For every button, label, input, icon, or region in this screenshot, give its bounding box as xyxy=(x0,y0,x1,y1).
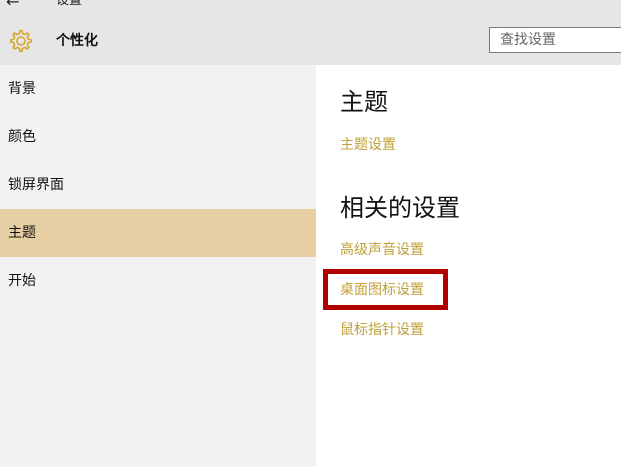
title-bar: ← 设置 xyxy=(0,0,621,16)
sidebar-item-lock-screen[interactable]: 锁屏界面 xyxy=(0,161,316,209)
back-button[interactable]: ← xyxy=(6,0,30,12)
page-title: 个性化 xyxy=(56,33,98,49)
theme-settings-link[interactable]: 主题设置 xyxy=(340,135,396,155)
sidebar-item-themes[interactable]: 主题 xyxy=(0,209,316,257)
settings-window: ← 设置 个性化 背景 颜色 锁屏界面 主题 开始 主题 主题设置 相关的设置 … xyxy=(0,0,621,467)
section-title-related-settings: 相关的设置 xyxy=(340,194,460,222)
sidebar-item-background[interactable]: 背景 xyxy=(0,65,316,113)
search-input[interactable] xyxy=(489,27,621,53)
sidebar: 背景 颜色 锁屏界面 主题 开始 xyxy=(0,65,316,467)
gear-icon xyxy=(10,29,32,53)
page-header: 个性化 xyxy=(0,16,621,65)
window-title: 设置 xyxy=(56,0,83,8)
mouse-pointer-settings-link[interactable]: 鼠标指针设置 xyxy=(340,320,424,340)
sidebar-item-start[interactable]: 开始 xyxy=(0,257,316,305)
sidebar-item-colors[interactable]: 颜色 xyxy=(0,113,316,161)
advanced-sound-settings-link[interactable]: 高级声音设置 xyxy=(340,240,424,260)
main-content: 主题 主题设置 相关的设置 高级声音设置 桌面图标设置 鼠标指针设置 xyxy=(316,65,621,467)
section-title-themes: 主题 xyxy=(340,88,388,116)
highlight-annotation-box xyxy=(323,269,448,310)
